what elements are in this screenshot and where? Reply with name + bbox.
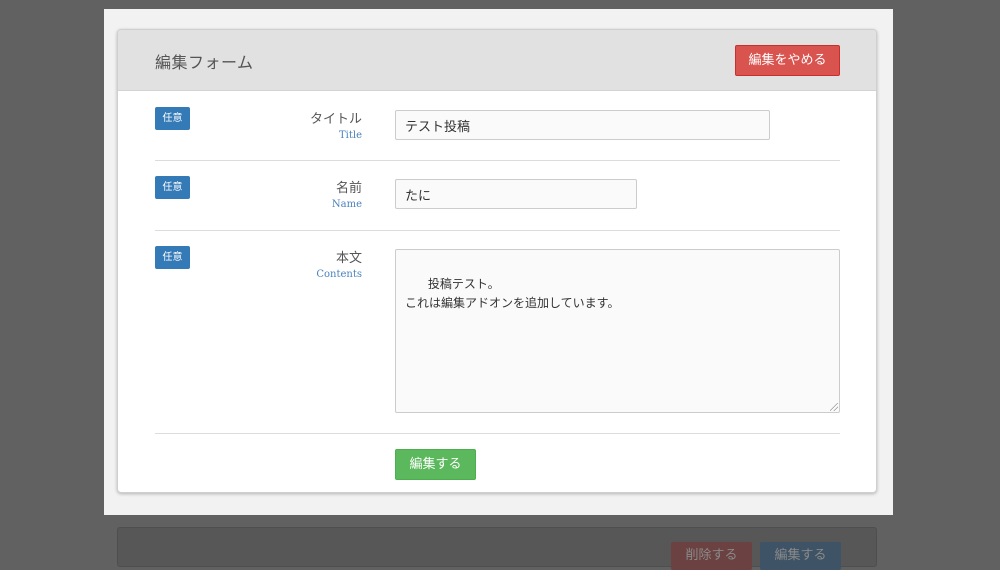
form-row-contents: 任意 本文 Contents 投稿テスト。 これは編集アドオンを追加しています。 <box>155 231 840 433</box>
panel-header: 編集フォーム 編集をやめる <box>118 30 876 91</box>
title-input[interactable] <box>395 110 770 140</box>
contents-textarea[interactable]: 投稿テスト。 これは編集アドオンを追加しています。 <box>395 249 840 413</box>
name-input[interactable] <box>395 179 637 209</box>
delete-button: 削除する <box>671 542 752 570</box>
submit-edit-button[interactable]: 編集する <box>395 449 476 480</box>
row-divider <box>155 433 840 434</box>
optional-badge: 任意 <box>155 107 190 130</box>
edit-form-panel: 編集フォーム 編集をやめる 任意 タイトル Title 任意 名前 Name 任… <box>117 29 877 493</box>
field-label-title: タイトル <box>309 112 362 127</box>
cancel-edit-button[interactable]: 編集をやめる <box>735 45 840 76</box>
field-label-contents: 本文 <box>335 251 362 266</box>
field-sublabel-title: Title <box>338 130 362 141</box>
resize-grip-icon[interactable] <box>830 403 838 411</box>
background-action-bar: 削除する 編集する <box>117 527 877 570</box>
optional-badge: 任意 <box>155 176 190 199</box>
form-row-name: 任意 名前 Name <box>155 161 840 231</box>
edit-button: 編集する <box>760 542 841 570</box>
field-sublabel-name: Name <box>331 199 362 210</box>
optional-badge: 任意 <box>155 246 190 269</box>
page-title: 編集フォーム <box>155 53 254 72</box>
form-row-title: 任意 タイトル Title <box>155 91 840 161</box>
field-sublabel-contents: Contents <box>316 269 362 280</box>
contents-text: 投稿テスト。 これは編集アドオンを追加しています。 <box>405 277 620 310</box>
field-label-name: 名前 <box>335 181 362 196</box>
